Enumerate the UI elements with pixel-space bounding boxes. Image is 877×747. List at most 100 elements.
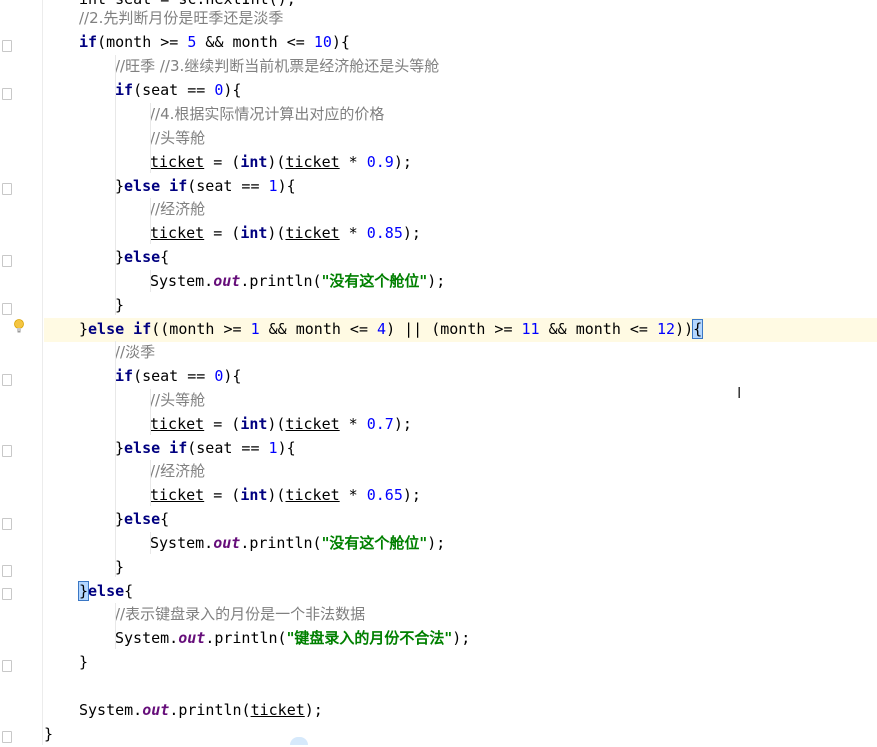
- number-literal: 1: [268, 439, 278, 457]
- number-literal: 1: [268, 177, 278, 195]
- code-line-text: }else if(seat == 1){: [115, 175, 296, 199]
- editor-gutter[interactable]: [0, 0, 38, 745]
- code-line[interactable]: }else{: [44, 246, 877, 270]
- number-literal: 0.9: [366, 153, 394, 171]
- string-literal: "键盘录入的月份不合法": [286, 629, 453, 647]
- number-literal: 11: [521, 320, 540, 338]
- fold-marker-icon[interactable]: [2, 183, 12, 195]
- code-line[interactable]: }else if((month >= 1 && month <= 4) || (…: [44, 318, 877, 342]
- code-line[interactable]: //旺季 //3.继续判断当前机票是经济舱还是头等舱: [44, 55, 877, 79]
- code-line-text: //2.先判断月份是旺季还是淡季: [79, 7, 283, 31]
- fold-marker-icon[interactable]: [2, 303, 12, 315]
- fold-marker-icon[interactable]: [2, 88, 12, 100]
- indent-guide: [150, 389, 151, 435]
- number-literal: 0.7: [366, 415, 394, 433]
- fold-marker-icon[interactable]: [2, 40, 12, 52]
- code-comment: //头等舱: [150, 129, 206, 147]
- code-line-text: ticket = (int)(ticket * 0.7);: [150, 413, 412, 437]
- fold-marker-icon[interactable]: [2, 255, 12, 267]
- code-token: *: [339, 415, 367, 433]
- code-line[interactable]: }: [44, 556, 877, 580]
- code-line[interactable]: if(seat == 0){: [44, 79, 877, 103]
- code-line-text: }: [44, 723, 53, 747]
- code-token: }: [115, 177, 125, 195]
- code-line[interactable]: if(seat == 0){: [44, 365, 877, 389]
- code-line[interactable]: System.out.println("没有这个舱位");: [44, 270, 877, 294]
- code-token: )): [675, 320, 694, 338]
- code-token: System.: [150, 534, 214, 552]
- code-line[interactable]: System.out.println(ticket);: [44, 699, 877, 723]
- code-line[interactable]: //淡季: [44, 341, 877, 365]
- code-token: ticket: [285, 486, 340, 504]
- keyword: int: [240, 224, 268, 242]
- keyword: if: [115, 81, 134, 99]
- code-line[interactable]: //头等舱: [44, 389, 877, 413]
- code-token: );: [402, 224, 421, 242]
- code-line[interactable]: }: [44, 651, 877, 675]
- fold-marker-icon[interactable]: [2, 731, 12, 743]
- code-token: ticket: [150, 415, 205, 433]
- code-token: && month <=: [259, 320, 378, 338]
- code-token: ){: [331, 33, 350, 51]
- code-line-text: //旺季 //3.继续判断当前机票是经济舱还是头等舱: [115, 55, 439, 79]
- code-line-text: if(seat == 0){: [115, 365, 241, 389]
- code-line[interactable]: }else{: [44, 508, 877, 532]
- code-line[interactable]: }else{: [44, 580, 877, 604]
- code-token: );: [427, 272, 446, 290]
- fold-marker-icon[interactable]: [2, 588, 12, 600]
- code-token: ){: [277, 439, 296, 457]
- code-line[interactable]: }else if(seat == 1){: [44, 175, 877, 199]
- fold-marker-icon[interactable]: [2, 374, 12, 386]
- code-token: *: [339, 153, 367, 171]
- number-literal: 1: [250, 320, 260, 338]
- lightbulb-icon[interactable]: [13, 318, 25, 334]
- fold-marker-icon[interactable]: [2, 445, 12, 457]
- code-line-text: //头等舱: [150, 389, 205, 413]
- code-token: {: [160, 248, 170, 266]
- code-line[interactable]: [44, 675, 877, 699]
- code-line[interactable]: if(month >= 5 && month <= 10){: [44, 31, 877, 55]
- code-line[interactable]: //经济舱: [44, 460, 877, 484]
- code-token: (seat ==: [133, 81, 215, 99]
- code-editor[interactable]: int seat = sc.nextInt();//2.先判断月份是旺季还是淡季…: [0, 0, 877, 745]
- code-token: out: [142, 701, 170, 719]
- keyword: else if: [88, 320, 152, 338]
- code-line[interactable]: ticket = (int)(ticket * 0.65);: [44, 484, 877, 508]
- code-line-text: }: [115, 294, 124, 318]
- keyword: int: [240, 486, 268, 504]
- code-token: ticket: [285, 415, 340, 433]
- code-line[interactable]: System.out.println("键盘录入的月份不合法");: [44, 627, 877, 651]
- code-token: )(: [267, 224, 286, 242]
- code-line[interactable]: ticket = (int)(ticket * 0.9);: [44, 151, 877, 175]
- code-line[interactable]: ticket = (int)(ticket * 0.85);: [44, 222, 877, 246]
- fold-marker-icon[interactable]: [2, 660, 12, 672]
- fold-marker-icon[interactable]: [2, 518, 12, 530]
- keyword: else if: [124, 439, 188, 457]
- number-literal: 10: [313, 33, 332, 51]
- code-token: out: [178, 629, 206, 647]
- code-comment: //经济舱: [150, 200, 206, 218]
- code-token: );: [393, 153, 412, 171]
- code-line[interactable]: //表示键盘录入的月份是一个非法数据: [44, 603, 877, 627]
- code-line[interactable]: }else if(seat == 1){: [44, 437, 877, 461]
- code-line-text: }: [115, 556, 124, 580]
- code-line[interactable]: }: [44, 723, 877, 747]
- fold-marker-icon[interactable]: [2, 565, 12, 577]
- code-token: *: [339, 224, 367, 242]
- scroll-hint: [290, 737, 308, 745]
- code-line[interactable]: //头等舱: [44, 127, 877, 151]
- code-token: }: [115, 296, 125, 314]
- code-line-text: //头等舱: [150, 127, 205, 151]
- code-line[interactable]: //经济舱: [44, 198, 877, 222]
- keyword: if: [79, 33, 98, 51]
- code-line[interactable]: //2.先判断月份是旺季还是淡季: [44, 7, 877, 31]
- keyword: else: [124, 248, 161, 266]
- code-token: .println(: [240, 272, 322, 290]
- code-line[interactable]: }: [44, 294, 877, 318]
- code-line[interactable]: ticket = (int)(ticket * 0.7);: [44, 413, 877, 437]
- code-token: }: [79, 653, 89, 671]
- code-line[interactable]: //4.根据实际情况计算出对应的价格: [44, 103, 877, 127]
- code-line[interactable]: System.out.println("没有这个舱位");: [44, 532, 877, 556]
- code-line-text: ticket = (int)(ticket * 0.9);: [150, 151, 412, 175]
- code-area[interactable]: int seat = sc.nextInt();//2.先判断月份是旺季还是淡季…: [44, 0, 877, 745]
